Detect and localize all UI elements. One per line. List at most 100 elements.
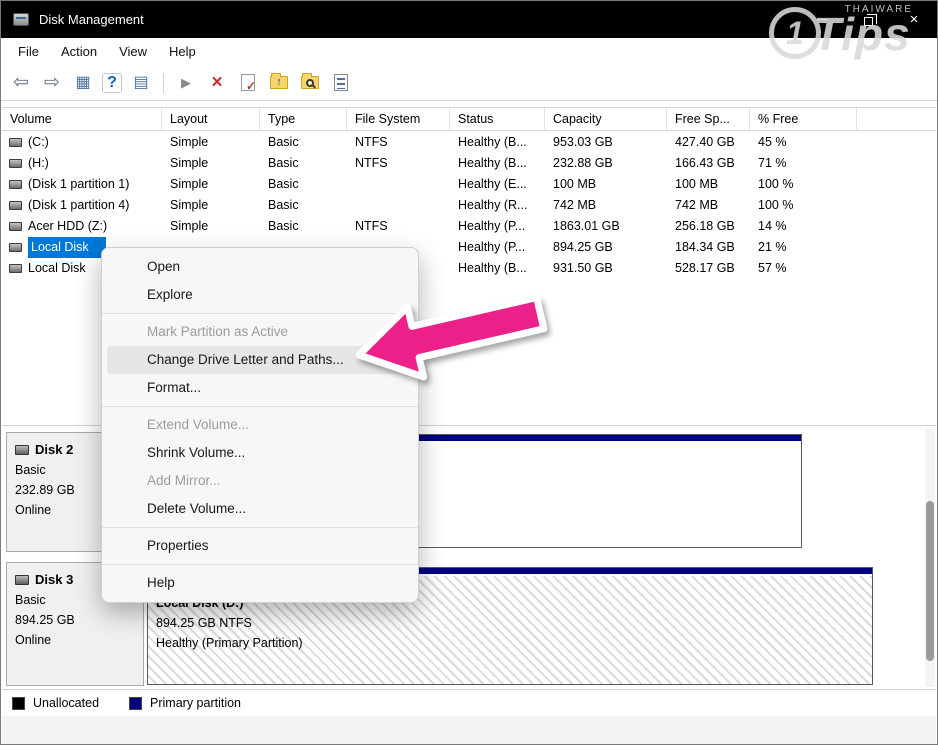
menu-item-help[interactable]: Help xyxy=(107,569,413,597)
mark-active-icon[interactable]: ✓ xyxy=(236,71,260,95)
menu-item-properties[interactable]: Properties xyxy=(107,532,413,560)
menu-separator xyxy=(102,527,418,528)
cell-freespace: 256.18 GB xyxy=(667,216,750,237)
explore-folder-icon[interactable] xyxy=(298,71,322,95)
properties-icon[interactable] xyxy=(329,71,353,95)
cell-pctfree: 45 % xyxy=(750,132,857,153)
volume-name: (C:) xyxy=(28,132,49,153)
cell-status: Healthy (R... xyxy=(450,195,545,216)
table-row[interactable]: (H:) Simple Basic NTFS Healthy (B... 232… xyxy=(2,153,936,174)
cell-freespace: 100 MB xyxy=(667,174,750,195)
legend-bar: Unallocated Primary partition xyxy=(2,689,936,716)
table-row[interactable]: (Disk 1 partition 4) Simple Basic Health… xyxy=(2,195,936,216)
menu-item-shrink-volume[interactable]: Shrink Volume... xyxy=(107,439,413,467)
cell-capacity: 953.03 GB xyxy=(545,132,667,153)
column-header-layout[interactable]: Layout xyxy=(162,108,260,130)
context-menu: Open Explore Mark Partition as Active Ch… xyxy=(101,247,419,603)
disk-name: Disk 3 xyxy=(35,572,73,587)
table-row[interactable]: (C:) Simple Basic NTFS Healthy (B... 953… xyxy=(2,132,936,153)
magnifier-icon xyxy=(306,79,314,87)
cell-filesystem xyxy=(347,195,450,216)
cell-status: Healthy (B... xyxy=(450,258,545,279)
table-row[interactable]: (Disk 1 partition 1) Simple Basic Health… xyxy=(2,174,936,195)
cell-freespace: 742 MB xyxy=(667,195,750,216)
open-folder-icon[interactable]: ↑ xyxy=(267,71,291,95)
menu-item-open[interactable]: Open xyxy=(107,253,413,281)
column-header-pctfree[interactable]: % Free xyxy=(750,108,857,130)
legend-label: Unallocated xyxy=(33,696,99,710)
forward-icon[interactable]: ⇨ xyxy=(40,71,64,95)
delete-volume-icon[interactable]: × xyxy=(205,71,229,95)
primary-partition-swatch-icon xyxy=(129,697,142,710)
legend-label: Primary partition xyxy=(150,696,241,710)
scrollbar-thumb[interactable] xyxy=(926,501,934,661)
disk-status: Online xyxy=(15,633,135,647)
close-button[interactable]: × xyxy=(891,1,937,38)
volume-icon xyxy=(9,138,22,147)
cell-layout: Simple xyxy=(162,153,260,174)
minimize-button[interactable] xyxy=(799,1,845,38)
cell-status: Healthy (P... xyxy=(450,216,545,237)
restore-button[interactable] xyxy=(845,1,891,38)
cell-status: Healthy (B... xyxy=(450,132,545,153)
cell-capacity: 894.25 GB xyxy=(545,237,667,258)
vertical-scrollbar[interactable] xyxy=(925,429,935,687)
cell-pctfree: 100 % xyxy=(750,195,857,216)
menu-separator xyxy=(102,564,418,565)
cell-capacity: 742 MB xyxy=(545,195,667,216)
volume-list-header: Volume Layout Type File System Status Ca… xyxy=(2,107,936,131)
menu-item-extend-volume: Extend Volume... xyxy=(107,411,413,439)
disk-icon xyxy=(15,445,29,455)
menu-item-delete-volume[interactable]: Delete Volume... xyxy=(107,495,413,523)
cell-freespace: 427.40 GB xyxy=(667,132,750,153)
disk-icon xyxy=(15,575,29,585)
cell-filesystem: NTFS xyxy=(347,132,450,153)
menu-item-mark-partition-active: Mark Partition as Active xyxy=(107,318,413,346)
column-header-status[interactable]: Status xyxy=(450,108,545,130)
volume-name: Acer HDD (Z:) xyxy=(28,216,107,237)
menu-view[interactable]: View xyxy=(108,41,158,62)
caption-buttons: × xyxy=(799,1,937,38)
volume-icon xyxy=(9,243,22,252)
column-header-filler xyxy=(857,108,936,130)
cell-layout: Simple xyxy=(162,174,260,195)
toolbar: ⇦ ⇨ ▦ ? ▤ ▶ × ✓ ↑ xyxy=(1,65,937,101)
export-list-icon[interactable]: ▤ xyxy=(129,71,153,95)
menu-item-format[interactable]: Format... xyxy=(107,374,413,402)
cell-capacity: 100 MB xyxy=(545,174,667,195)
cell-pctfree: 57 % xyxy=(750,258,857,279)
menu-action[interactable]: Action xyxy=(50,41,108,62)
help-icon[interactable]: ? xyxy=(102,73,122,93)
unallocated-swatch-icon xyxy=(12,697,25,710)
partition-info: 894.25 GB NTFS xyxy=(156,616,872,630)
cell-capacity: 1863.01 GB xyxy=(545,216,667,237)
volume-icon xyxy=(9,222,22,231)
column-header-filesystem[interactable]: File System xyxy=(347,108,450,130)
column-header-freespace[interactable]: Free Sp... xyxy=(667,108,750,130)
menu-help[interactable]: Help xyxy=(158,41,207,62)
console-tree-icon[interactable]: ▦ xyxy=(71,71,95,95)
column-header-volume[interactable]: Volume xyxy=(2,108,162,130)
volume-icon xyxy=(9,159,22,168)
folder-icon xyxy=(301,76,319,89)
cell-type: Basic xyxy=(260,195,347,216)
window-title: Disk Management xyxy=(39,12,144,27)
check-icon: ✓ xyxy=(246,80,256,92)
menu-item-explore[interactable]: Explore xyxy=(107,281,413,309)
cell-freespace: 166.43 GB xyxy=(667,153,750,174)
column-header-type[interactable]: Type xyxy=(260,108,347,130)
cell-pctfree: 14 % xyxy=(750,216,857,237)
volume-name: (Disk 1 partition 1) xyxy=(28,174,129,195)
cell-status: Healthy (E... xyxy=(450,174,545,195)
disk-name: Disk 2 xyxy=(35,442,73,457)
table-row[interactable]: Acer HDD (Z:) Simple Basic NTFS Healthy … xyxy=(2,216,936,237)
back-icon[interactable]: ⇦ xyxy=(9,71,33,95)
cell-capacity: 232.88 GB xyxy=(545,153,667,174)
legend-unallocated: Unallocated xyxy=(12,696,99,710)
menu-item-change-drive-letter[interactable]: Change Drive Letter and Paths... xyxy=(107,346,413,374)
menu-bar: File Action View Help xyxy=(1,38,937,65)
action-pointer-icon[interactable]: ▶ xyxy=(174,71,198,95)
menu-file[interactable]: File xyxy=(7,41,50,62)
checklist-icon xyxy=(334,74,348,91)
column-header-capacity[interactable]: Capacity xyxy=(545,108,667,130)
